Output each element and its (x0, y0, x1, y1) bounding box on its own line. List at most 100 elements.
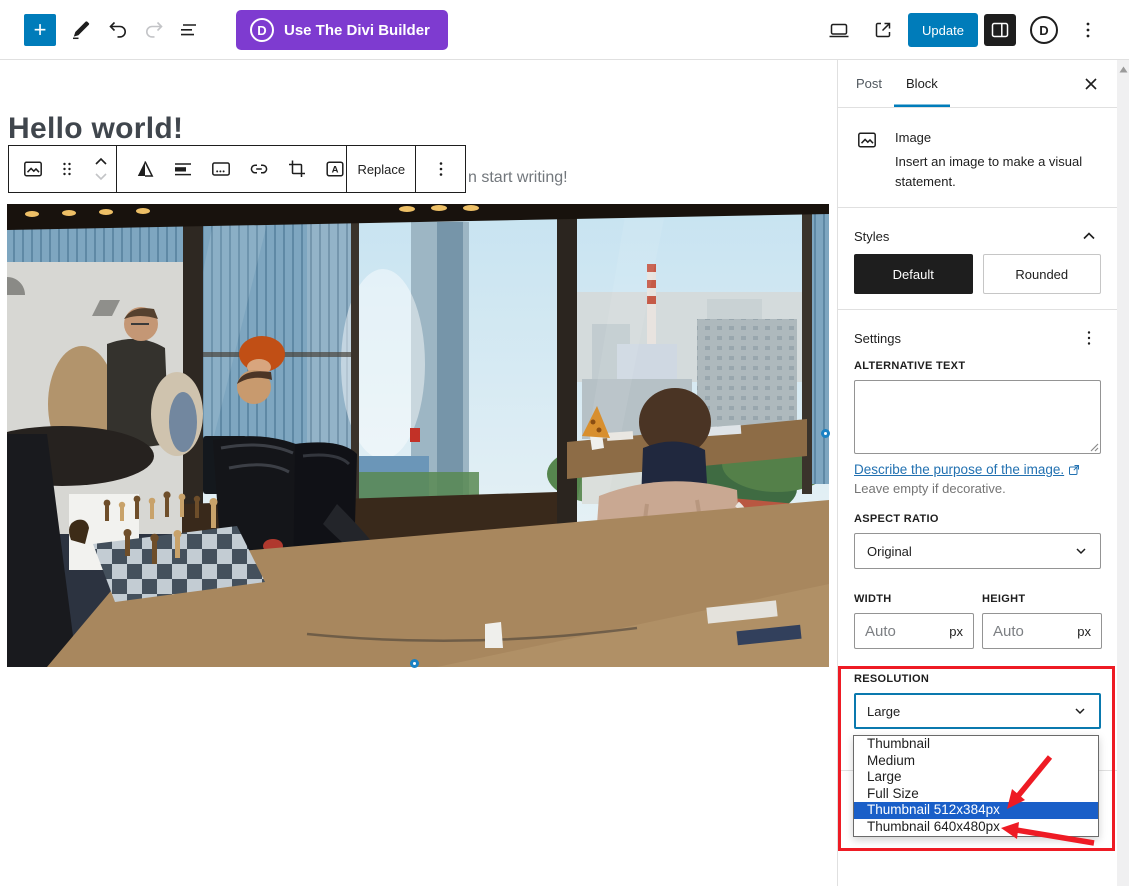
sidebar-tabs: Post Block (838, 60, 1117, 108)
text-overlay-icon: A (323, 157, 347, 181)
link-button[interactable] (247, 151, 271, 187)
alt-text-label: ALTERNATIVE TEXT (854, 360, 965, 372)
view-post-button[interactable] (869, 16, 897, 44)
chevron-down-icon (1072, 542, 1090, 560)
image-resize-handle-right[interactable] (821, 429, 830, 438)
alt-text-hint: Leave empty if decorative. (854, 481, 1006, 496)
post-body-text-fragment[interactable]: n start writing! (468, 169, 568, 187)
chevron-up-icon (91, 155, 111, 167)
divi-logo-icon: D (250, 18, 274, 42)
external-link-icon (871, 18, 895, 42)
styles-panel-title: Styles (854, 229, 889, 244)
aspect-ratio-value: Original (867, 544, 912, 559)
aspect-ratio-label: ASPECT RATIO (854, 513, 939, 525)
scroll-up-arrow-icon[interactable] (1117, 62, 1129, 76)
align-icon (171, 157, 195, 181)
use-divi-builder-button[interactable]: D Use The Divi Builder (236, 10, 448, 50)
image-resize-handle-bottom[interactable] (410, 659, 419, 668)
divi-d-icon: D (1039, 23, 1048, 38)
style-rounded-button[interactable]: Rounded (983, 254, 1102, 294)
list-view-button[interactable] (175, 16, 203, 44)
caption-icon (209, 157, 233, 181)
crop-button[interactable] (285, 151, 309, 187)
alt-text-input[interactable] (854, 380, 1101, 454)
move-down-button[interactable] (89, 169, 113, 185)
tab-post[interactable]: Post (844, 60, 894, 107)
laptop-icon (827, 18, 851, 42)
image-block-toolbar: A Replace (8, 145, 466, 193)
chevron-down-icon (1071, 702, 1089, 720)
block-card: Image Insert an image to make a visual s… (838, 108, 1117, 208)
resolution-option[interactable]: Thumbnail 640x480px (854, 819, 1098, 836)
link-icon (247, 157, 271, 181)
block-card-description: Insert an image to make a visual stateme… (895, 152, 1099, 192)
chevron-up-icon (1079, 226, 1099, 246)
width-label: WIDTH (854, 593, 892, 605)
list-view-icon (177, 18, 201, 42)
post-title[interactable]: Hello world! (8, 112, 183, 146)
resolution-option[interactable]: Thumbnail (854, 736, 1098, 753)
move-up-button[interactable] (89, 153, 113, 169)
settings-options-button[interactable] (1077, 326, 1101, 350)
resolution-option-highlighted[interactable]: Thumbnail 512x384px (854, 802, 1098, 819)
resolution-option[interactable]: Large (854, 769, 1098, 786)
settings-panel-title: Settings (854, 331, 901, 346)
chevron-down-icon (91, 171, 111, 183)
image-block-icon (855, 128, 879, 152)
text-over-image-button[interactable]: A (323, 151, 347, 187)
block-options-button[interactable] (429, 151, 453, 187)
external-link-icon (1068, 464, 1080, 476)
styles-panel: Styles Default Rounded (838, 208, 1117, 310)
image-block-type-button[interactable] (21, 151, 45, 187)
post-image[interactable] (7, 204, 829, 667)
editor-top-bar: + D Use The Divi Builder Update D (0, 0, 1129, 60)
replace-button[interactable]: Replace (357, 162, 405, 177)
settings-sidebar: Post Block Image Insert an image to make… (837, 60, 1117, 886)
resolution-label: RESOLUTION (854, 673, 929, 685)
redo-button[interactable] (140, 16, 168, 44)
preview-button[interactable] (825, 16, 853, 44)
kebab-icon (429, 157, 453, 181)
kebab-icon (1076, 18, 1100, 42)
close-sidebar-button[interactable] (1079, 72, 1103, 96)
aspect-ratio-select[interactable]: Original (854, 533, 1101, 569)
resolution-select[interactable]: Large (854, 693, 1101, 729)
height-input[interactable] (993, 623, 1063, 640)
image-block-icon (21, 157, 45, 181)
divi-button-label: Use The Divi Builder (284, 22, 430, 39)
caption-button[interactable] (209, 151, 233, 187)
settings-panel-header: Settings (854, 326, 1101, 350)
sidebar-scrollbar[interactable] (1117, 60, 1129, 886)
undo-icon (106, 18, 130, 42)
add-block-button[interactable]: + (24, 14, 56, 46)
height-label: HEIGHT (982, 593, 1025, 605)
resolution-option[interactable]: Medium (854, 753, 1098, 770)
svg-text:A: A (332, 165, 339, 176)
duotone-filter-button[interactable] (133, 151, 157, 187)
divi-theme-options-button[interactable]: D (1030, 16, 1058, 44)
describe-image-link[interactable]: Describe the purpose of the image. (854, 462, 1064, 477)
style-default-button[interactable]: Default (854, 254, 973, 294)
edit-tool-button[interactable] (67, 16, 95, 44)
options-menu-button[interactable] (1074, 16, 1102, 44)
height-unit: px (1077, 624, 1091, 639)
settings-sidebar-toggle[interactable] (984, 14, 1016, 46)
drag-dots-icon (55, 157, 79, 181)
update-button[interactable]: Update (908, 13, 978, 47)
crop-icon (285, 157, 309, 181)
drag-handle[interactable] (55, 151, 79, 187)
resolution-dropdown-list: Thumbnail Medium Large Full Size Thumbna… (853, 735, 1099, 837)
kebab-icon (1079, 328, 1099, 348)
align-button[interactable] (171, 151, 195, 187)
undo-button[interactable] (104, 16, 132, 44)
resolution-option[interactable]: Full Size (854, 786, 1098, 803)
width-unit: px (949, 624, 963, 639)
tab-block[interactable]: Block (894, 60, 950, 107)
close-icon (1081, 74, 1101, 94)
gutenberg-editor: + D Use The Divi Builder Update D (0, 0, 1129, 886)
width-input[interactable] (865, 623, 935, 640)
redo-icon (142, 18, 166, 42)
collapse-styles-button[interactable] (1077, 224, 1101, 248)
duotone-icon (133, 157, 157, 181)
block-card-title: Image (895, 130, 931, 145)
